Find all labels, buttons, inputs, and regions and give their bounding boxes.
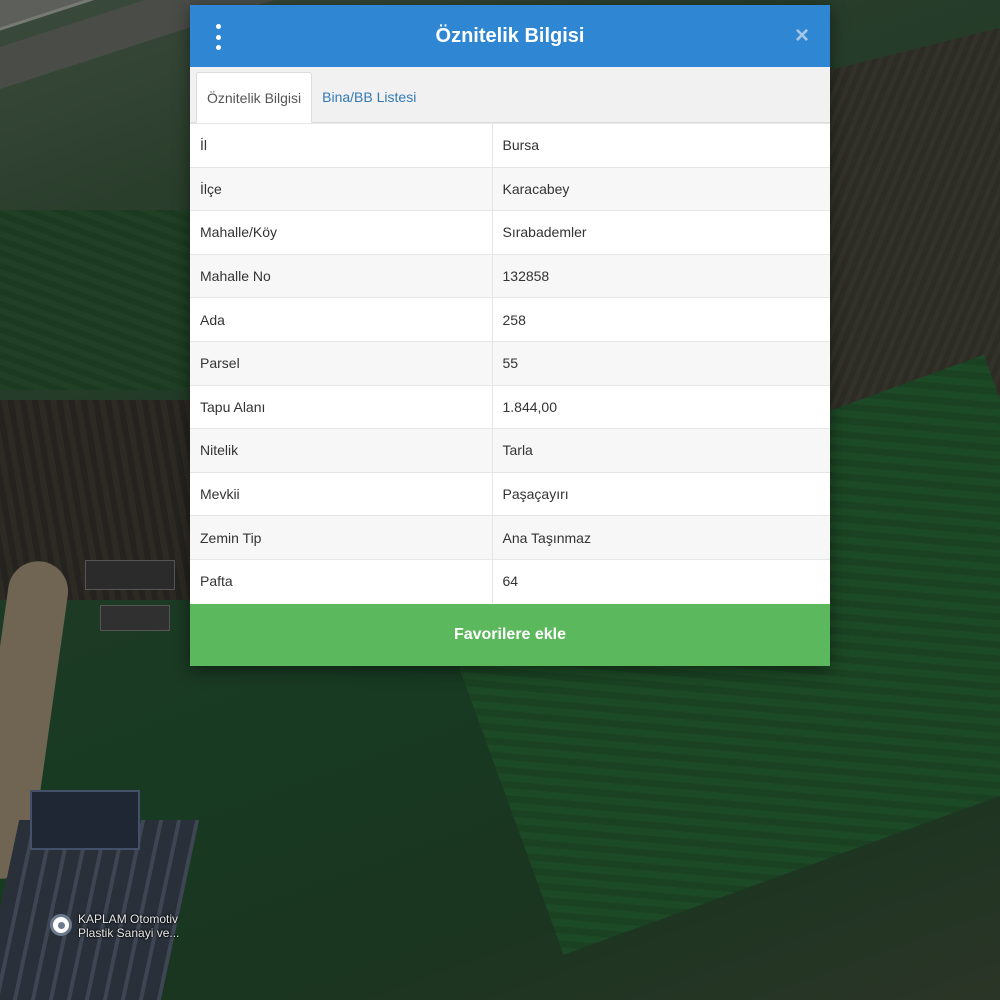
attribute-value: 132858: [492, 253, 830, 298]
map-building: [100, 605, 170, 631]
map-place-line2: Plastik Sanayi ve...: [78, 926, 180, 940]
attribute-table: İl Bursa İlçe Karacabey Mahalle/Köy Sıra…: [190, 123, 830, 604]
attribute-info-modal: Öznitelik Bilgisi × Öznitelik Bilgisi Bi…: [190, 5, 830, 666]
table-row: Mahalle No 132858: [190, 253, 830, 298]
close-icon[interactable]: ×: [790, 24, 814, 48]
attribute-key: Ada: [190, 297, 493, 342]
tab-bar: Öznitelik Bilgisi Bina/BB Listesi: [190, 67, 830, 123]
table-row: Mahalle/Köy Sırabademler: [190, 210, 830, 255]
attribute-key: Mahalle/Köy: [190, 210, 493, 255]
map-place-text: KAPLAM Otomotiv Plastik Sanayi ve...: [78, 912, 179, 940]
tab-attribute-info[interactable]: Öznitelik Bilgisi: [196, 72, 313, 123]
table-row: Nitelik Tarla: [190, 428, 830, 473]
attribute-value: Karacabey: [492, 166, 830, 211]
table-row: Pafta 64: [190, 558, 830, 604]
map-pin-icon[interactable]: [50, 914, 72, 936]
dot: [215, 24, 221, 29]
attribute-value: Bursa: [492, 123, 830, 168]
table-row: İlçe Karacabey: [190, 166, 830, 211]
add-to-favorites-button[interactable]: Favorilere ekle: [190, 604, 830, 666]
table-row: Zemin Tip Ana Taşınmaz: [190, 515, 830, 560]
attribute-key: Mahalle No: [190, 253, 493, 298]
attribute-key: Mevkii: [190, 471, 493, 516]
attribute-key: Pafta: [190, 558, 493, 604]
table-row: İl Bursa: [190, 123, 830, 168]
map-building: [30, 790, 140, 850]
attribute-key: Nitelik: [190, 428, 493, 473]
dot: [215, 34, 221, 40]
table-row: Ada 258: [190, 297, 830, 342]
attribute-value: Paşaçayırı: [492, 471, 830, 516]
modal-title: Öznitelik Bilgisi: [435, 24, 585, 47]
attribute-value: Sırabademler: [492, 210, 830, 255]
attribute-key: İl: [190, 123, 493, 168]
table-row: Tapu Alanı 1.844,00: [190, 384, 830, 429]
table-row: Mevkii Paşaçayırı: [190, 471, 830, 516]
attribute-value: 258: [492, 297, 830, 342]
map-building: [85, 560, 175, 590]
attribute-key: Tapu Alanı: [190, 384, 493, 429]
attribute-value: 1.844,00: [492, 384, 830, 429]
tab-building-list[interactable]: Bina/BB Listesi: [312, 71, 426, 122]
map-place-label[interactable]: KAPLAM Otomotiv Plastik Sanayi ve...: [50, 912, 179, 940]
map-field: [0, 210, 200, 390]
modal-header: Öznitelik Bilgisi ×: [190, 5, 830, 67]
dot: [215, 45, 221, 50]
attribute-value: Ana Taşınmaz: [492, 515, 830, 560]
attribute-key: Zemin Tip: [190, 515, 493, 560]
attribute-value: 64: [492, 558, 830, 604]
table-row: Parsel 55: [190, 340, 830, 386]
attribute-value: 55: [492, 340, 830, 386]
attribute-value: Tarla: [492, 428, 830, 473]
attribute-key: İlçe: [190, 166, 493, 211]
map-place-line1: KAPLAM Otomotiv: [78, 912, 179, 926]
attribute-key: Parsel: [190, 340, 493, 386]
vertical-dots-icon[interactable]: [214, 24, 222, 50]
